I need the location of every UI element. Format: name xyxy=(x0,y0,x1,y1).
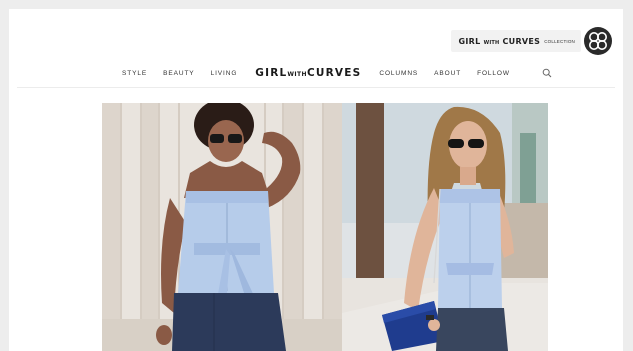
interlocking-circles-logo-icon xyxy=(584,27,612,55)
site-logo[interactable]: GIRLWITHCURVES xyxy=(255,67,361,79)
page: GIRL WITH CURVES COLLECTION STYLE BEAUTY… xyxy=(9,9,623,351)
search-icon[interactable] xyxy=(542,68,552,78)
nav-item-style[interactable]: STYLE xyxy=(122,70,147,77)
collection-label: GIRL WITH CURVES COLLECTION xyxy=(450,30,581,52)
main-nav: STYLE BEAUTY LIVING GIRLWITHCURVES COLUM… xyxy=(9,64,623,82)
collection-word: COLLECTION xyxy=(544,38,575,44)
nav-item-living[interactable]: LIVING xyxy=(211,70,238,77)
collection-badge[interactable]: GIRL WITH CURVES COLLECTION xyxy=(450,26,614,56)
nav-item-follow[interactable]: FOLLOW xyxy=(477,70,510,77)
nav-item-beauty[interactable]: BEAUTY xyxy=(163,70,194,77)
collection-brand: GIRL WITH CURVES xyxy=(458,36,541,46)
woman-light-blue-top-blue-bag-photo[interactable] xyxy=(342,103,548,351)
woman-light-blue-tie-top-photo[interactable] xyxy=(102,103,342,351)
nav-item-about[interactable]: ABOUT xyxy=(434,70,461,77)
nav-item-columns[interactable]: COLUMNS xyxy=(379,70,418,77)
header-divider xyxy=(17,87,615,88)
